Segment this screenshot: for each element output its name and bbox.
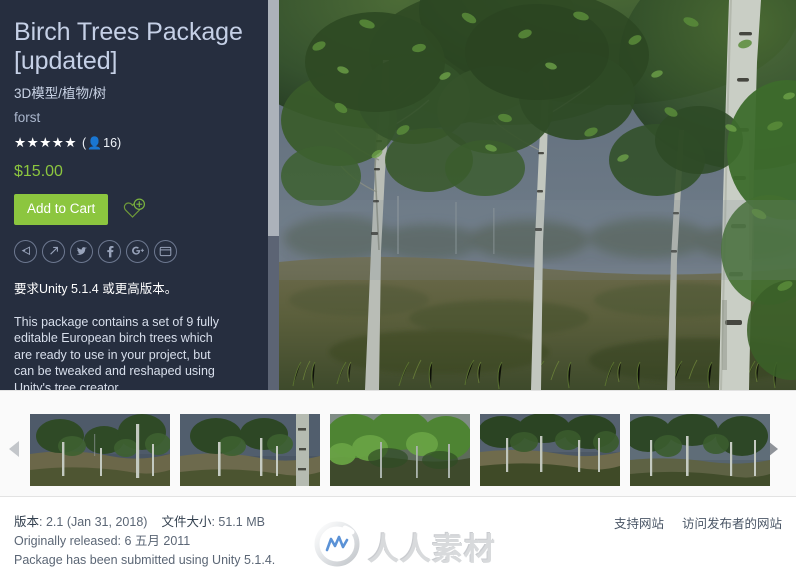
- publisher-name[interactable]: forst: [14, 110, 254, 125]
- review-count: (👤 16): [82, 136, 121, 150]
- rating-row: ★★★★★ (👤 16): [14, 135, 254, 151]
- open-paren: (: [82, 136, 87, 150]
- product-metadata: 版本: 2.1 (Jan 31, 2018) 文件大小: 51.1 MB Orig…: [14, 513, 275, 570]
- social-share-row: [14, 239, 254, 263]
- google-plus-icon[interactable]: [126, 239, 149, 263]
- product-info-panel: Birch Trees Package [updated] 3D模型/植物/树 …: [0, 0, 268, 390]
- person-icon: 👤: [87, 136, 103, 150]
- submitted-note: Package has been submitted using Unity 5…: [14, 553, 276, 567]
- thumbnail-list: [30, 414, 770, 486]
- thumbnail-1[interactable]: [30, 414, 170, 486]
- support-website-link[interactable]: 支持网站: [614, 513, 664, 532]
- birch-trees-hero-image[interactable]: [279, 0, 796, 390]
- product-description: This package contains a set of 9 fully e…: [14, 314, 219, 391]
- review-count-value: 16: [103, 136, 118, 150]
- version-value: 2.1 (Jan 31, 2018): [45, 515, 148, 529]
- product-footer: 版本: 2.1 (Jan 31, 2018) 文件大小: 51.1 MB Orig…: [0, 497, 796, 587]
- cta-row: Add to Cart: [14, 194, 254, 225]
- product-hero-section: Birch Trees Package [updated] 3D模型/植物/树 …: [0, 0, 796, 390]
- chevron-right-icon[interactable]: [768, 441, 784, 457]
- info-panel-scrollbar[interactable]: [268, 0, 279, 390]
- external-link-icon[interactable]: [42, 239, 65, 263]
- page-title: Birch Trees Package [updated]: [14, 18, 243, 75]
- facebook-icon[interactable]: [98, 239, 121, 263]
- product-page: Birch Trees Package [updated] 3D模型/植物/树 …: [0, 0, 796, 587]
- thumbnail-3[interactable]: [330, 414, 470, 486]
- version-row: 版本: 2.1 (Jan 31, 2018) 文件大小: 51.1 MB: [14, 513, 275, 532]
- embed-window-icon[interactable]: [154, 239, 177, 263]
- chevron-left-icon[interactable]: [9, 441, 25, 457]
- filesize-label: 文件大小: [161, 515, 212, 529]
- publisher-website-link[interactable]: 访问发布者的网站: [682, 513, 782, 532]
- filesize-value: 51.1 MB: [218, 515, 265, 529]
- price: $15.00: [14, 163, 63, 180]
- thumbnail-5[interactable]: [630, 414, 770, 486]
- star-rating-icon: ★★★★★: [14, 135, 78, 150]
- heart-plus-icon[interactable]: [122, 197, 148, 221]
- footer-links: 支持网站 访问发布者的网站: [614, 513, 782, 532]
- originally-released-label: Originally released: [14, 534, 118, 548]
- version-colon: :: [39, 515, 46, 529]
- thumbnail-2[interactable]: [180, 414, 320, 486]
- originally-released-value: 6 五月 2011: [124, 534, 191, 548]
- add-to-cart-button[interactable]: Add to Cart: [14, 194, 109, 225]
- close-paren: ): [117, 136, 122, 150]
- scrollbar-thumb[interactable]: [268, 0, 279, 236]
- share-icon[interactable]: [14, 239, 37, 263]
- unity-requirement-text: 要求Unity 5.1.4 或更高版本。: [14, 281, 178, 296]
- thumbnail-4[interactable]: [480, 414, 620, 486]
- breadcrumb[interactable]: 3D模型/植物/树: [14, 82, 254, 102]
- released-row: Originally released: 6 五月 2011: [14, 532, 275, 551]
- twitter-icon[interactable]: [70, 239, 93, 263]
- version-label: 版本: [14, 515, 40, 529]
